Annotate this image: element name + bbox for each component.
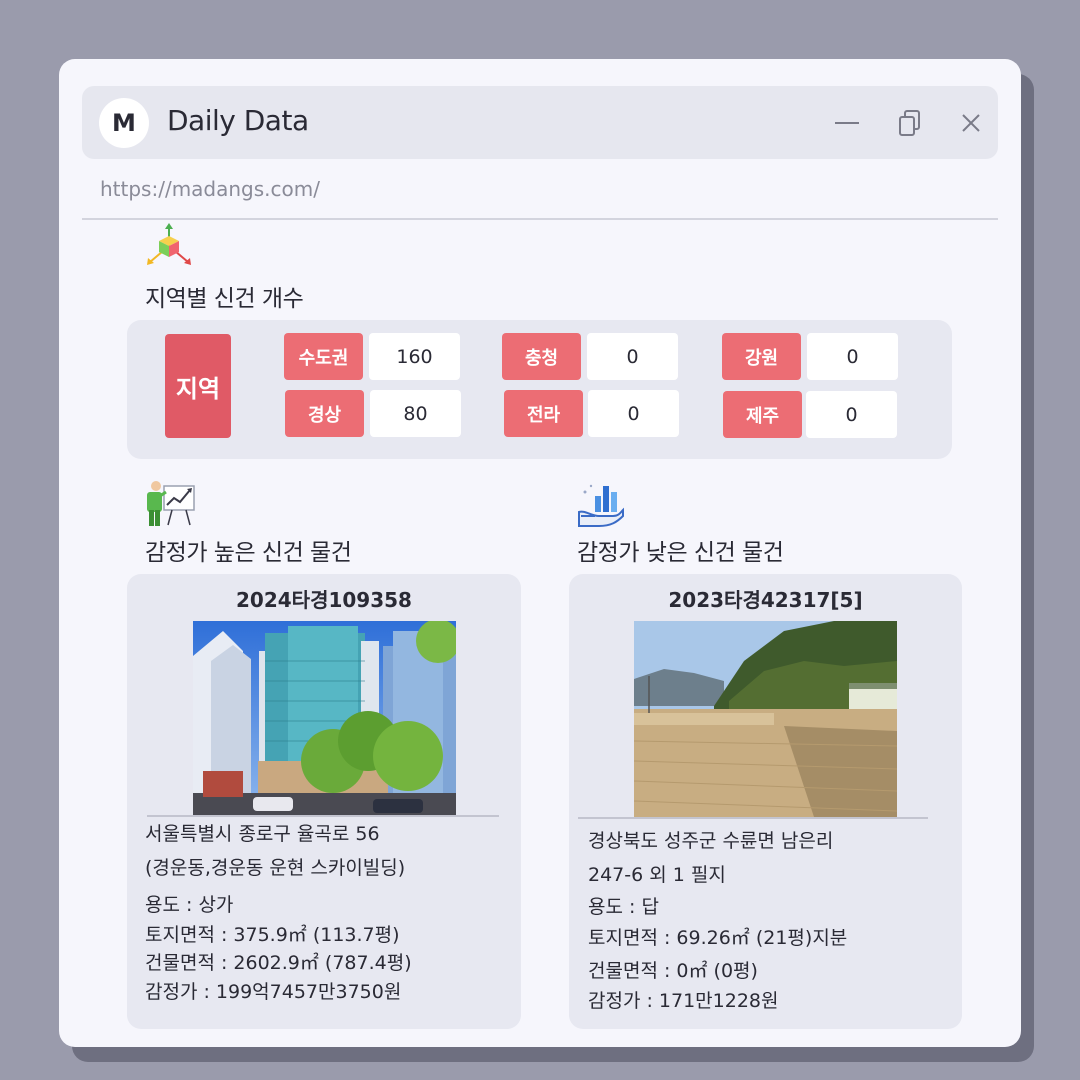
photo-divider [147, 815, 499, 817]
region-tag-jeolla: 전라 [504, 390, 583, 437]
property-photo-farmland [634, 621, 897, 817]
low-appraisal-card[interactable]: 2023타경42317[5] 경상북도 성주군 수륜면 남은리 247-6 외 … [569, 574, 962, 1029]
region-tag-gangwon: 강원 [722, 333, 801, 380]
high-appraisal-title: 감정가 높은 신건 물건 [145, 540, 352, 566]
address-line-2: (경운동,경운동 운현 스카이빌딩) [145, 857, 406, 879]
region-tag-chungcheong: 충청 [502, 333, 581, 380]
address-line-1: 서울특별시 종로구 율곡로 56 [145, 823, 380, 845]
region-count-jeju: 0 [806, 391, 897, 438]
land-area-text: 토지면적 : 69.26㎡ (21평)지분 [588, 927, 848, 949]
region-count-gangwon: 0 [807, 333, 898, 380]
presentation-chart-icon [147, 481, 195, 526]
region-count-capital: 160 [369, 333, 460, 380]
address-line-2: 247-6 외 1 필지 [588, 864, 726, 886]
region-tag-capital: 수도권 [284, 333, 363, 380]
minimize-icon[interactable] [830, 106, 864, 140]
usage-text: 용도 : 답 [588, 896, 659, 918]
region-count-chungcheong: 0 [587, 333, 678, 380]
region-section-title: 지역별 신건 개수 [145, 286, 304, 312]
avatar[interactable]: M [99, 98, 149, 148]
photo-divider [578, 817, 928, 819]
region-count-jeolla: 0 [588, 390, 679, 437]
high-appraisal-card[interactable]: 2024타경109358 서울특별시 종로구 율곡로 56 (경운동,경운동 운… [127, 574, 521, 1029]
building-area-text: 건물면적 : 0㎡ (0평) [588, 960, 758, 982]
land-area-text: 토지면적 : 375.9㎡ (113.7평) [145, 924, 400, 946]
region-count-panel: 지역 수도권 160 경상 80 충청 0 전라 0 강원 0 제주 0 [127, 320, 952, 459]
property-photo-building [193, 621, 456, 817]
url-divider [82, 218, 998, 220]
appraisal-text: 감정가 : 199억7457만3750원 [145, 981, 402, 1003]
region-tag-jeju: 제주 [723, 391, 802, 438]
case-number[interactable]: 2024타경109358 [127, 584, 521, 613]
hand-bar-chart-icon [578, 484, 624, 527]
region-tag-gyeongsang: 경상 [285, 390, 364, 437]
close-icon[interactable] [954, 106, 988, 140]
case-number[interactable]: 2023타경42317[5] [569, 584, 962, 613]
building-area-text: 건물면적 : 2602.9㎡ (787.4평) [145, 952, 412, 974]
copy-icon[interactable] [894, 106, 928, 140]
title-bar: M Daily Data [82, 86, 998, 159]
3d-axes-cube-icon [147, 223, 191, 265]
usage-text: 용도 : 상가 [145, 894, 234, 916]
app-title: Daily Data [167, 104, 309, 137]
browser-window: M Daily Data https://madangs.com/ 지역별 신건… [59, 59, 1021, 1047]
url-bar[interactable]: https://madangs.com/ [100, 177, 320, 201]
address-line-1: 경상북도 성주군 수륜면 남은리 [588, 830, 834, 852]
appraisal-text: 감정가 : 171만1228원 [588, 990, 779, 1012]
region-count-gyeongsang: 80 [370, 390, 461, 437]
region-header-label: 지역 [165, 334, 231, 438]
low-appraisal-title: 감정가 낮은 신건 물건 [577, 540, 784, 566]
